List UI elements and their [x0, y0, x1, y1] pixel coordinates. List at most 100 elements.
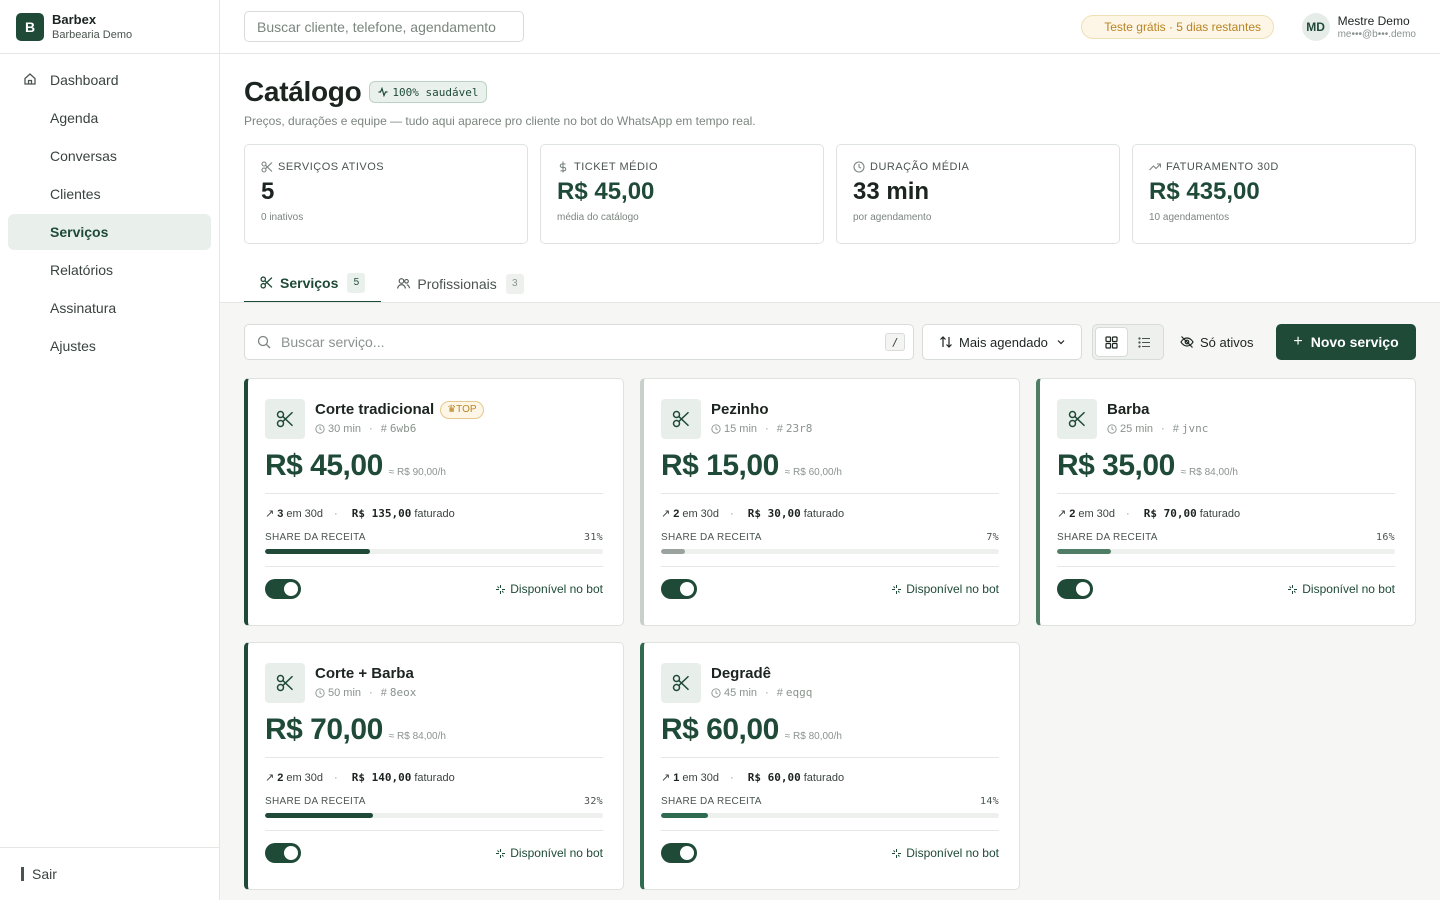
tab-servicos[interactable]: Serviços 5	[244, 264, 382, 303]
stat-note: 10 agendamentos	[1149, 212, 1230, 223]
sort-icon	[940, 336, 952, 348]
pulse-icon	[378, 87, 388, 97]
user-menu[interactable]: MD Mestre Demo me•••@b•••.demo	[1301, 13, 1416, 41]
service-code: 23r8	[785, 422, 813, 435]
sidebar-item-assinatura[interactable]: Assinatura	[8, 290, 211, 326]
divider	[661, 757, 999, 758]
scissors-icon	[1057, 399, 1097, 439]
share-bar-fill	[661, 813, 709, 818]
service-enabled-toggle[interactable]	[265, 843, 301, 863]
hash-icon: #	[380, 422, 390, 435]
clock-icon	[853, 161, 865, 173]
service-duration: 50 min	[328, 686, 362, 699]
stat-card: FATURAMENTO 30D R$ 435,00 10 agendamento…	[1132, 144, 1416, 244]
share-label: SHARE DA RECEITA	[265, 532, 366, 543]
hash-icon: #	[776, 422, 786, 435]
sort-dropdown[interactable]: Mais agendado	[922, 324, 1082, 360]
service-name: Corte + Barba	[315, 665, 414, 682]
tab-profissionais[interactable]: Profissionais 3	[381, 264, 539, 303]
service-search[interactable]: /	[244, 324, 914, 360]
dollar-icon	[559, 161, 567, 173]
meta-separator: ·	[1161, 422, 1165, 435]
grid-view-button[interactable]	[1095, 327, 1128, 357]
service-enabled-toggle[interactable]	[661, 843, 697, 863]
share-label: SHARE DA RECEITA	[661, 532, 762, 543]
top-badge: ♛ TOP	[440, 401, 484, 419]
service-name: Barba	[1107, 401, 1150, 418]
stats-row: SERVIÇOS ATIVOS 5 0 inativos TICKET MÉDI…	[244, 144, 1416, 244]
service-per-hour: ≈ R$ 84,00/h	[1180, 467, 1238, 478]
stats-separator: ·	[730, 771, 734, 784]
service-card[interactable]: Barba 25 min · # jvnc R$ 35,00 ≈ R$ 84,00/h…	[1036, 378, 1416, 626]
logout-button[interactable]: Sair	[0, 847, 219, 900]
hash-icon: #	[1172, 422, 1182, 435]
brand[interactable]: B Barbex Barbearia Demo	[0, 0, 219, 54]
service-card[interactable]: Corte + Barba 50 min · # 8eox R$ 70,00 ≈ R$…	[244, 642, 624, 890]
service-code: jvnc	[1181, 422, 1209, 435]
new-service-button[interactable]: + Novo serviço	[1276, 324, 1416, 360]
plus-icon: +	[1293, 333, 1303, 350]
topbar: Teste grátis · 5 dias restantes MD Mestr…	[220, 0, 1440, 54]
trend-icon: ↗	[1057, 508, 1067, 520]
sidebar-item-ajustes[interactable]: Ajustes	[8, 328, 211, 364]
list-icon	[1138, 336, 1150, 348]
revenue-value: R$ 30,00	[747, 507, 801, 520]
share-bar	[661, 813, 999, 818]
sidebar-item-agenda[interactable]: Agenda	[8, 100, 211, 136]
sidebar-item-dashboard[interactable]: Dashboard	[8, 62, 211, 98]
trend-icon: ↗	[661, 772, 671, 784]
list-view-button[interactable]	[1128, 327, 1161, 357]
booking-count-suffix: em 30d	[682, 507, 720, 520]
clock-icon	[315, 687, 325, 698]
service-price: R$ 45,00	[265, 449, 383, 482]
page-subtitle: Preços, durações e equipe — tudo aqui ap…	[244, 114, 756, 128]
logout-icon	[21, 867, 24, 881]
service-enabled-toggle[interactable]	[1057, 579, 1093, 599]
stat-label: TICKET MÉDIO	[574, 161, 659, 173]
brand-name: Barbex	[52, 11, 97, 27]
service-card[interactable]: Degradê 45 min · # eqgq R$ 60,00 ≈ R$ 80,00…	[640, 642, 1020, 890]
service-card[interactable]: Corte tradicional ♛ TOP 30 min · # 6wb6 R$ 4…	[244, 378, 624, 626]
services-area: / Mais agendado Só ativos +	[220, 302, 1440, 900]
stat-label: SERVIÇOS ATIVOS	[278, 161, 385, 173]
stat-value: 5	[261, 178, 275, 205]
share-bar	[1057, 549, 1395, 554]
global-search-input[interactable]	[244, 11, 524, 42]
bot-label: Disponível no bot	[510, 846, 603, 860]
service-duration: 45 min	[724, 686, 758, 699]
avatar: MD	[1301, 13, 1330, 41]
service-enabled-toggle[interactable]	[661, 579, 697, 599]
tab-count: 3	[505, 273, 524, 294]
grid-icon	[1105, 335, 1118, 349]
divider	[1057, 493, 1395, 494]
scissors-icon	[265, 399, 305, 439]
active-only-toggle[interactable]: Só ativos	[1180, 324, 1253, 360]
sidebar-item-servicos[interactable]: Serviços	[8, 214, 211, 250]
bot-availability: Disponível no bot	[1287, 582, 1395, 596]
stat-value: R$ 45,00	[557, 178, 655, 205]
sidebar-item-label: Conversas	[50, 148, 117, 164]
service-card[interactable]: Pezinho 15 min · # 23r8 R$ 15,00 ≈ R$ 60,00…	[640, 378, 1020, 626]
revenue-value: R$ 135,00	[351, 507, 412, 520]
service-code: eqgq	[785, 686, 813, 699]
tab-label: Profissionais	[417, 275, 497, 292]
sidebar: B Barbex Barbearia Demo Dashboard Agenda…	[0, 0, 220, 900]
main-content: Catálogo 100% saudável Preços, durações …	[220, 54, 1440, 900]
booking-count-suffix: em 30d	[286, 507, 324, 520]
service-enabled-toggle[interactable]	[265, 579, 301, 599]
service-price: R$ 70,00	[265, 713, 383, 746]
scissors-icon	[261, 161, 273, 173]
stats-separator: ·	[334, 771, 338, 784]
sidebar-item-relatorios[interactable]: Relatórios	[8, 252, 211, 288]
sidebar-item-clientes[interactable]: Clientes	[8, 176, 211, 212]
service-code: 8eox	[389, 686, 417, 699]
sidebar-item-conversas[interactable]: Conversas	[8, 138, 211, 174]
sparkle-icon	[496, 584, 506, 594]
trend-icon: ↗	[661, 508, 671, 520]
service-search-input[interactable]	[281, 325, 871, 359]
eye-off-icon	[1180, 336, 1194, 348]
chevron-down-icon	[1057, 340, 1065, 345]
trial-badge[interactable]: Teste grátis · 5 dias restantes	[1081, 15, 1274, 39]
stats-separator: ·	[334, 507, 338, 520]
trend-icon: ↗	[265, 508, 275, 520]
